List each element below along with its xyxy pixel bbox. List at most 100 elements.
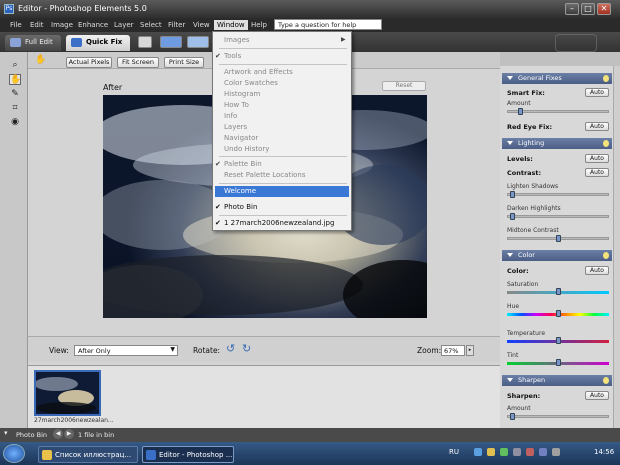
start-button[interactable] <box>3 444 25 463</box>
tray-icon[interactable] <box>474 448 482 456</box>
temperature-slider[interactable] <box>507 337 609 344</box>
slider-knob[interactable] <box>556 337 561 344</box>
menu-select[interactable]: Select <box>137 20 165 30</box>
slider-knob[interactable] <box>510 191 515 198</box>
clock[interactable]: 14:56 <box>594 448 614 456</box>
tray-icon[interactable] <box>513 448 521 456</box>
slider-knob[interactable] <box>556 310 561 317</box>
palette-scrollbar[interactable] <box>613 66 620 428</box>
view-select[interactable]: After Only ▼ <box>74 345 178 356</box>
contrast-auto-button[interactable]: Auto <box>585 168 609 177</box>
window-title: Editor - Photoshop Elements 5.0 <box>18 4 147 13</box>
tray-icon[interactable] <box>500 448 508 456</box>
tip-bulb-icon[interactable] <box>603 140 609 147</box>
slider-knob[interactable] <box>510 413 515 420</box>
rotate-left-icon[interactable]: ↺ <box>226 342 235 355</box>
sharpen-header[interactable]: Sharpen <box>502 375 612 386</box>
print-size-button[interactable]: Print Size <box>164 57 204 68</box>
menu-image[interactable]: Image <box>48 20 76 30</box>
menu-item-layers[interactable]: Layers <box>224 123 247 131</box>
volume-icon[interactable] <box>552 448 560 456</box>
share-icon[interactable] <box>160 36 182 48</box>
zoom-stepper[interactable]: ▸ <box>466 345 474 356</box>
zoom-field[interactable]: 67% <box>441 345 465 356</box>
selection-brush-icon[interactable]: ✎ <box>9 89 21 100</box>
levels-auto-button[interactable]: Auto <box>585 154 609 163</box>
photo-bin-toggle-icon[interactable]: ▾ <box>4 429 8 437</box>
reset-button[interactable]: Reset <box>382 81 426 91</box>
slider-knob[interactable] <box>556 288 561 295</box>
menu-item-navigator[interactable]: Navigator <box>224 134 258 142</box>
tip-bulb-icon[interactable] <box>603 75 609 82</box>
rotate-right-icon[interactable]: ↻ <box>242 342 251 355</box>
menu-item-images[interactable]: Images <box>224 36 250 44</box>
menu-view[interactable]: View <box>190 20 213 30</box>
hand-tool-icon[interactable]: ✋ <box>9 74 21 85</box>
taskbar-item-illustrations[interactable]: Список иллюстрац... <box>38 446 138 463</box>
color-auto-button[interactable]: Auto <box>585 266 609 275</box>
smart-fix-amount-slider[interactable] <box>507 108 609 115</box>
bin-thumbnail[interactable] <box>34 370 101 416</box>
menu-filter[interactable]: Filter <box>165 20 188 30</box>
slider-knob[interactable] <box>510 213 515 220</box>
tab-quick-fix[interactable]: Quick Fix <box>66 35 130 51</box>
menu-item-info[interactable]: Info <box>224 112 237 120</box>
smart-fix-label: Smart Fix: <box>507 89 545 97</box>
menu-item-reset-palette-locations[interactable]: Reset Palette Locations <box>224 171 306 179</box>
menu-enhance[interactable]: Enhance <box>75 20 111 30</box>
tray-icon[interactable] <box>487 448 495 456</box>
sharpen-auto-button[interactable]: Auto <box>585 391 609 400</box>
general-fixes-header[interactable]: General Fixes <box>502 73 612 84</box>
color-header[interactable]: Color <box>502 250 612 261</box>
hue-slider[interactable] <box>507 310 609 317</box>
saturation-slider[interactable] <box>507 288 609 295</box>
tip-bulb-icon[interactable] <box>603 377 609 384</box>
menu-edit[interactable]: Edit <box>27 20 47 30</box>
maximize-button[interactable]: □ <box>581 3 595 15</box>
slider-knob[interactable] <box>518 108 523 115</box>
create-icon[interactable] <box>187 36 209 48</box>
tip-bulb-icon[interactable] <box>603 252 609 259</box>
help-search-input[interactable]: Type a question for help <box>274 19 382 30</box>
tray-icon[interactable] <box>526 448 534 456</box>
menu-item-photo-bin[interactable]: Photo Bin <box>224 203 257 211</box>
fit-screen-button[interactable]: Fit Screen <box>117 57 159 68</box>
menu-item-welcome[interactable]: Welcome <box>215 186 349 197</box>
lighten-shadows-slider[interactable] <box>507 191 609 198</box>
darken-highlights-slider[interactable] <box>507 213 609 220</box>
bin-next-icon[interactable]: ▶ <box>64 429 74 439</box>
minimize-button[interactable]: – <box>565 3 579 15</box>
red-eye-tool-icon[interactable]: ◉ <box>9 117 21 128</box>
language-indicator[interactable]: RU <box>449 448 459 456</box>
tab-full-edit[interactable]: Full Edit <box>5 35 61 51</box>
taskbar-item-photoshop[interactable]: Editor - Photoshop ... <box>142 446 234 463</box>
menu-window[interactable]: Window <box>214 20 248 30</box>
menu-item-palette-bin[interactable]: Palette Bin <box>224 160 262 168</box>
smart-fix-auto-button[interactable]: Auto <box>585 88 609 97</box>
menu-item-tools[interactable]: Tools <box>224 52 241 60</box>
slider-knob[interactable] <box>556 235 561 242</box>
midtone-contrast-slider[interactable] <box>507 235 609 242</box>
menu-item-open-document[interactable]: 1 27march2006newzealand.jpg <box>224 219 334 227</box>
lighting-header[interactable]: Lighting <box>502 138 612 149</box>
menu-file[interactable]: File <box>7 20 25 30</box>
tint-slider[interactable] <box>507 359 609 366</box>
sharpen-amount-slider[interactable] <box>507 413 609 420</box>
crop-tool-icon[interactable]: ⌗ <box>9 103 21 114</box>
menu-layer[interactable]: Layer <box>111 20 137 30</box>
close-button[interactable]: ✕ <box>597 3 611 15</box>
print-icon[interactable] <box>138 36 152 48</box>
menu-item-how-to[interactable]: How To <box>224 101 249 109</box>
menu-item-histogram[interactable]: Histogram <box>224 90 260 98</box>
slider-knob[interactable] <box>556 359 561 366</box>
menu-item-color-swatches[interactable]: Color Swatches <box>224 79 278 87</box>
taskbar-item-label: Список иллюстрац... <box>55 451 132 459</box>
bin-prev-icon[interactable]: ◀ <box>53 429 63 439</box>
menu-item-artwork-effects[interactable]: Artwork and Effects <box>224 68 293 76</box>
red-eye-auto-button[interactable]: Auto <box>585 122 609 131</box>
actual-pixels-button[interactable]: Actual Pixels <box>66 57 112 68</box>
zoom-tool-icon[interactable]: ⌕ <box>9 60 21 71</box>
tray-icon[interactable] <box>539 448 547 456</box>
menu-item-undo-history[interactable]: Undo History <box>224 145 269 153</box>
menu-help[interactable]: Help <box>248 20 270 30</box>
